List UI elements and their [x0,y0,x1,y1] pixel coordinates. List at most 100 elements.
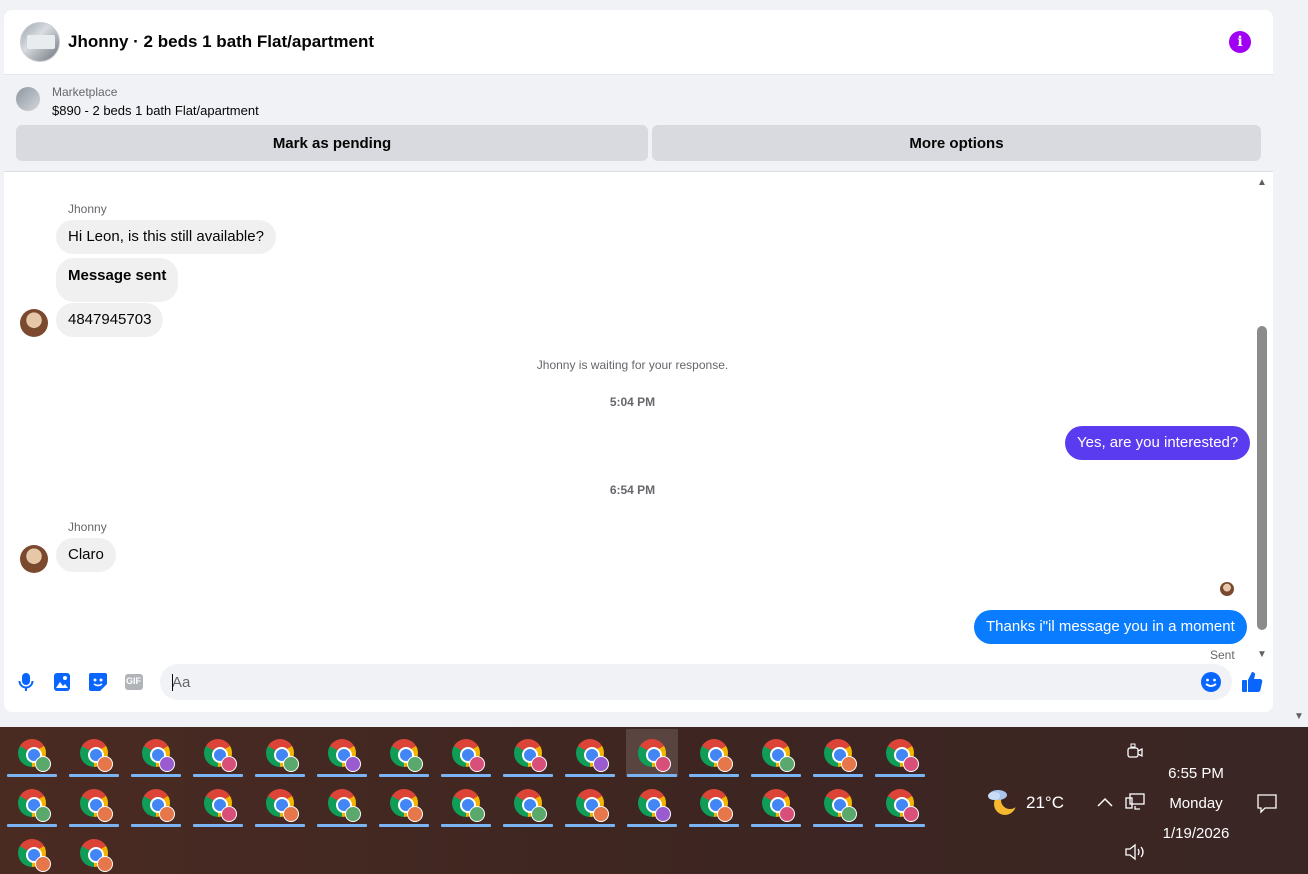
listing-avatar[interactable] [20,22,60,62]
emoji-icon[interactable] [1200,671,1222,693]
chrome-profile-taskbar-button[interactable] [440,729,492,777]
chrome-profile-taskbar-button[interactable] [626,729,678,777]
photo-icon[interactable] [52,672,72,692]
chrome-icon [700,789,733,822]
chrome-profile-taskbar-button[interactable] [564,779,616,827]
chrome-profile-taskbar-button[interactable] [130,729,182,777]
listing-price[interactable]: $890 - 2 beds 1 bath Flat/apartment [52,103,259,118]
sender-avatar[interactable] [20,309,48,337]
chrome-profile-taskbar-button[interactable] [626,779,678,827]
chrome-icon [514,739,547,772]
mark-as-pending-button[interactable]: Mark as pending [16,125,648,161]
profile-badge-icon [35,856,51,872]
listing-thumbnail[interactable] [16,87,40,111]
chrome-profile-taskbar-button[interactable] [812,779,864,827]
chrome-profile-taskbar-button[interactable] [254,729,306,777]
message-input[interactable] [160,664,1232,700]
sender-avatar[interactable] [20,545,48,573]
running-indicator [255,824,305,827]
incoming-message[interactable]: 4847945703 [56,303,164,337]
running-indicator [627,774,677,777]
page-scroll-down-arrow-icon[interactable]: ▼ [1292,711,1306,722]
listing-source: Marketplace [52,85,118,99]
profile-badge-icon [903,756,919,772]
scroll-down-arrow-icon[interactable]: ▼ [1255,650,1269,660]
message-list[interactable]: Jhonny Hi Leon, is this still available?… [4,172,1273,662]
incoming-message[interactable]: Message sent [56,258,179,302]
sticker-icon[interactable] [88,672,108,692]
chrome-icon [390,789,423,822]
chrome-profile-taskbar-button[interactable] [440,779,492,827]
chrome-profile-taskbar-button[interactable] [688,779,740,827]
incoming-message[interactable]: Claro [56,538,116,572]
clock-day[interactable]: Monday [1156,795,1236,812]
chrome-profile-taskbar-button[interactable] [316,779,368,827]
chrome-icon [18,789,51,822]
meet-now-icon[interactable] [1126,743,1144,761]
running-indicator [193,774,243,777]
chrome-profile-taskbar-button[interactable] [316,729,368,777]
chrome-icon [886,739,919,772]
outgoing-message[interactable]: Yes, are you interested? [1065,426,1251,460]
profile-badge-icon [531,756,547,772]
chat-window: Jhonny · 2 beds 1 bath Flat/apartment i … [4,10,1273,712]
chrome-profile-taskbar-button[interactable] [502,779,554,827]
chrome-profile-taskbar-button[interactable] [378,779,430,827]
chrome-profile-taskbar-button[interactable] [874,779,926,827]
chrome-profile-taskbar-button[interactable] [6,829,58,874]
sender-name: Jhonny [68,202,107,216]
chrome-icon [824,739,857,772]
network-icon[interactable] [1124,792,1146,812]
message-composer: GIF [4,662,1273,712]
chrome-profile-taskbar-button[interactable] [502,729,554,777]
more-options-button[interactable]: More options [652,125,1261,161]
scroll-up-arrow-icon[interactable]: ▲ [1255,178,1269,188]
system-note: Jhonny is waiting for your response. [536,358,729,372]
profile-badge-icon [841,806,857,822]
chrome-profile-taskbar-button[interactable] [688,729,740,777]
chrome-icon [886,789,919,822]
gif-icon[interactable]: GIF [124,672,144,692]
chrome-profile-taskbar-button[interactable] [192,729,244,777]
incoming-message[interactable]: Hi Leon, is this still available? [56,220,276,254]
chrome-profile-taskbar-button[interactable] [874,729,926,777]
running-indicator [131,774,181,777]
timestamp: 5:04 PM [609,395,656,409]
scroll-thumb[interactable] [1257,326,1267,630]
chrome-profile-taskbar-button[interactable] [192,779,244,827]
profile-badge-icon [221,756,237,772]
clock-date[interactable]: 1/19/2026 [1152,825,1240,842]
running-indicator [441,824,491,827]
chrome-profile-taskbar-button[interactable] [750,729,802,777]
profile-badge-icon [593,806,609,822]
clock-time[interactable]: 6:55 PM [1156,765,1236,782]
chrome-profile-taskbar-button[interactable] [254,779,306,827]
outgoing-message[interactable]: Thanks i"il message you in a moment [974,610,1247,644]
chrome-icon [142,739,175,772]
info-icon[interactable]: i [1229,31,1251,53]
volume-icon[interactable] [1124,843,1146,861]
running-indicator [503,824,553,827]
show-hidden-icons-chevron-icon[interactable] [1096,795,1114,809]
thumbs-up-icon[interactable] [1240,670,1264,694]
chrome-profile-taskbar-button[interactable] [68,829,120,874]
weather-temperature[interactable]: 21°C [1026,793,1064,813]
moon-cloud-icon[interactable] [986,787,1020,817]
running-indicator [503,774,553,777]
microphone-icon[interactable] [16,672,36,692]
running-indicator [751,824,801,827]
notification-center-icon[interactable] [1256,793,1278,815]
chrome-profile-taskbar-button[interactable] [812,729,864,777]
chrome-icon [514,789,547,822]
chrome-profile-taskbar-button[interactable] [6,779,58,827]
messages-scrollbar[interactable]: ▲ ▼ [1255,178,1269,660]
chrome-profile-taskbar-button[interactable] [68,729,120,777]
chrome-profile-taskbar-button[interactable] [6,729,58,777]
chrome-profile-taskbar-button[interactable] [564,729,616,777]
chat-title[interactable]: Jhonny · 2 beds 1 bath Flat/apartment [68,32,374,52]
chrome-profile-taskbar-button[interactable] [378,729,430,777]
chrome-profile-taskbar-button[interactable] [130,779,182,827]
chrome-profile-taskbar-button[interactable] [750,779,802,827]
chrome-profile-taskbar-button[interactable] [68,779,120,827]
running-indicator [875,824,925,827]
